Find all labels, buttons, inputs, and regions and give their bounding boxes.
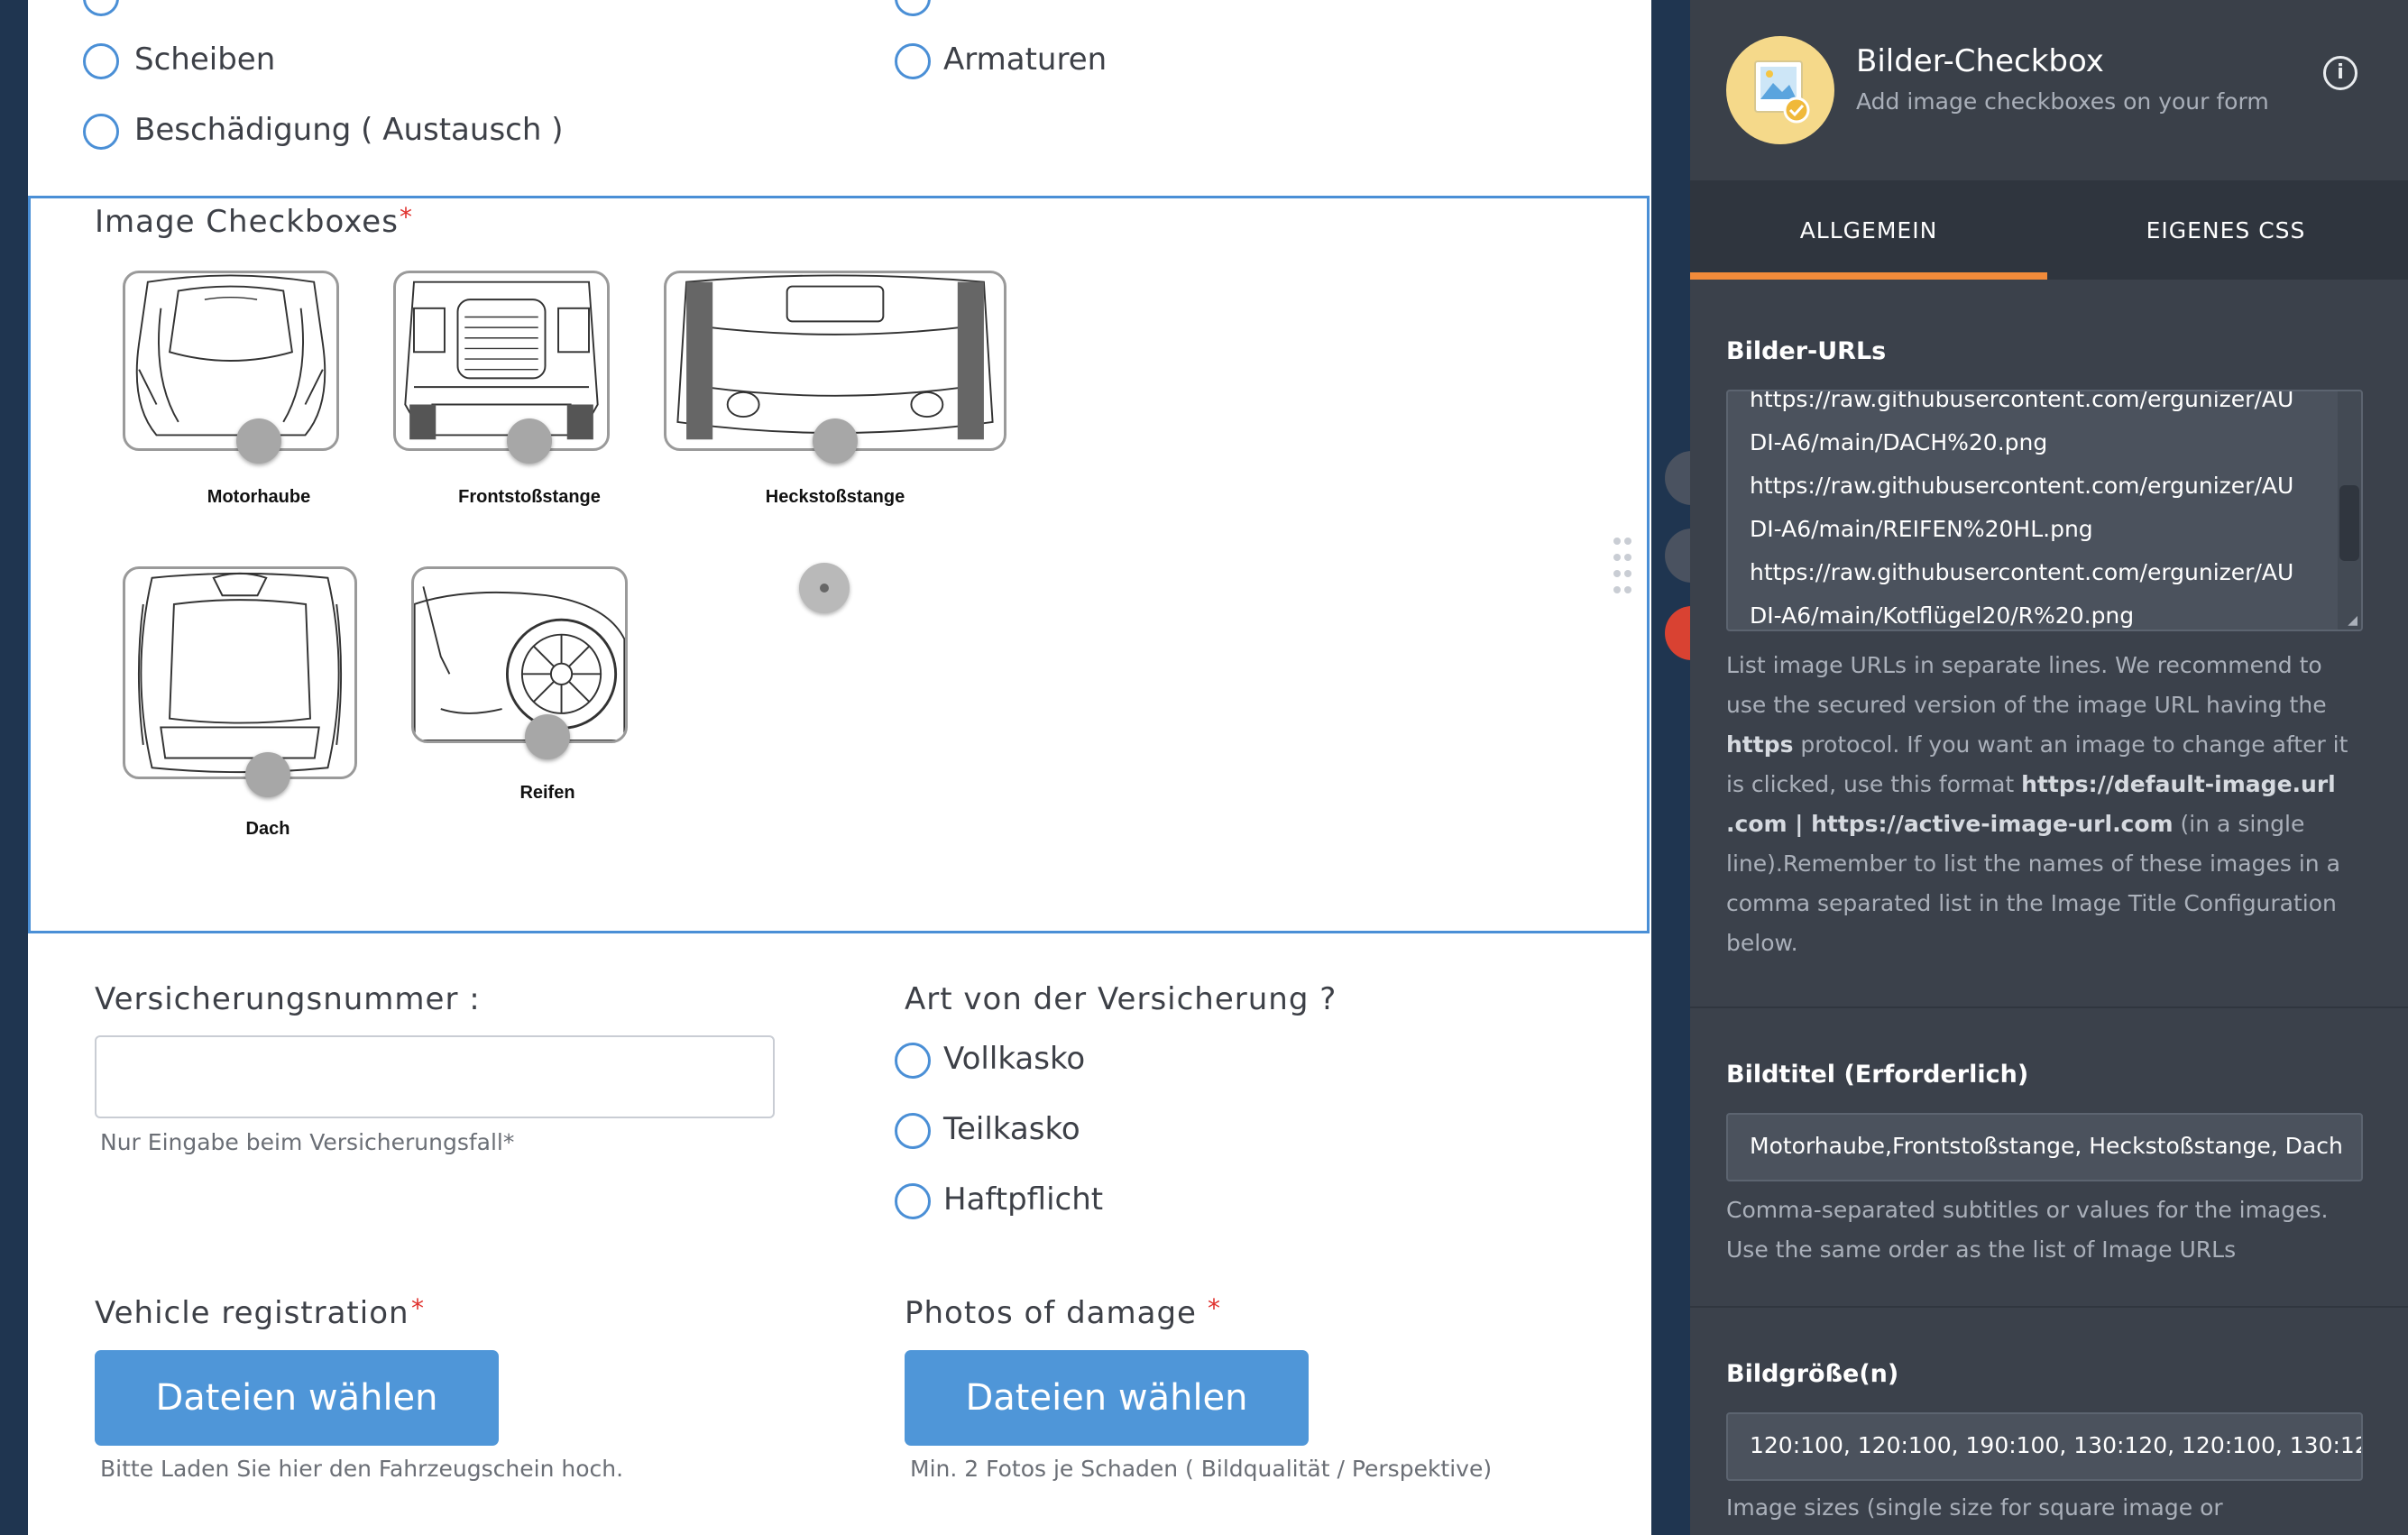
vehicle-registration-upload-button[interactable]: Dateien wählen [95, 1350, 499, 1446]
checkbox-reifen[interactable] [525, 714, 570, 759]
image-caption-frontstossstange: Frontstoßstange [458, 487, 601, 507]
widget-settings-panel: Bilder-Checkbox Add image checkboxes on … [1690, 0, 2408, 1535]
url-line: https://raw.githubusercontent.com/erguni… [1750, 473, 2294, 499]
car-roof-image [137, 572, 343, 774]
checkbox-dach[interactable] [245, 752, 290, 797]
loading-indicator [799, 563, 850, 613]
car-hood-image [135, 274, 326, 437]
image-caption-heckstossstange: Heckstoßstange [765, 487, 905, 507]
photos-of-damage-upload-button[interactable]: Dateien wählen [905, 1350, 1309, 1446]
insurance-type-label: Art von der Versicherung ? [905, 981, 1337, 1017]
url-line: DI-A6/main/Kotflügel20/R%20.png [1750, 602, 2135, 629]
required-asterisk: * [400, 202, 412, 232]
image-checkboxes-label: Image Checkboxes [95, 204, 399, 240]
tab-eigenes-css[interactable]: EIGENES CSS [2047, 180, 2404, 280]
drag-handle[interactable] [1612, 536, 1633, 599]
option-label-armaturen: Armaturen [943, 41, 1107, 78]
image-caption-dach: Dach [245, 819, 290, 839]
required-asterisk: * [1208, 1293, 1220, 1323]
url-line: DI-A6/main/DACH%20.png [1750, 429, 2048, 455]
vehicle-registration-sublabel: Bitte Laden Sie hier den Fahrzeugschein … [100, 1456, 624, 1482]
wheel-image [414, 586, 625, 740]
panel-subtitle: Add image checkboxes on your form [1856, 88, 2269, 115]
image-urls-help: List image URLs in separate lines. We re… [1726, 652, 2348, 956]
checkbox-motorhaube[interactable] [236, 418, 281, 464]
option-label-teilkasko: Teilkasko [943, 1111, 1080, 1147]
front-bumper-image [404, 280, 599, 440]
radio-armaturen[interactable] [895, 43, 931, 79]
insurance-number-sublabel: Nur Eingabe beim Versicherungsfall* [100, 1129, 515, 1155]
tab-allgemein[interactable]: ALLGEMEIN [1690, 180, 2047, 280]
photos-of-damage-sublabel: Min. 2 Fotos je Schaden ( Bildqualität /… [910, 1456, 1493, 1482]
radio-teilkasko[interactable] [895, 1113, 931, 1149]
radio-vollkasko[interactable] [895, 1043, 931, 1079]
form-canvas: Scheiben Armaturen Beschädigung ( Austau… [28, 0, 1651, 1535]
image-checkbox-dach[interactable] [123, 566, 357, 779]
image-sizes-value: 120:100, 120:100, 190:100, 130:120, 120:… [1750, 1432, 2363, 1458]
image-caption-motorhaube: Motorhaube [207, 487, 311, 507]
url-line: https://raw.githubusercontent.com/erguni… [1750, 390, 2294, 412]
image-sizes-help: Image sizes (single size for square imag… [1726, 1494, 2223, 1521]
info-icon[interactable]: i [2323, 56, 2357, 90]
image-sizes-section: Bildgröße(n) 120:100, 120:100, 190:100, … [1690, 1308, 2408, 1535]
image-sizes-input[interactable]: 120:100, 120:100, 190:100, 130:120, 120:… [1726, 1412, 2363, 1481]
image-sizes-title: Bildgröße(n) [1726, 1360, 1899, 1388]
image-checkbox-motorhaube[interactable] [123, 271, 339, 451]
required-asterisk: * [411, 1293, 424, 1323]
image-checkbox-reifen[interactable] [411, 566, 628, 743]
image-urls-title: Bilder-URLs [1726, 337, 1887, 365]
image-titles-help: Comma-separated subtitles or values for … [1726, 1197, 2329, 1263]
image-urls-section: Bilder-URLs https://raw.githubuserconten… [1690, 280, 2408, 1006]
url-line: https://raw.githubusercontent.com/erguni… [1750, 559, 2294, 585]
photos-of-damage-label: Photos of damage [905, 1295, 1197, 1331]
image-titles-title: Bildtitel (Erforderlich) [1726, 1061, 2029, 1089]
image-titles-input[interactable]: Motorhaube,Frontstoßstange, Heckstoßstan… [1726, 1113, 2363, 1181]
textarea-scrollbar[interactable] [2338, 391, 2361, 630]
image-caption-reifen: Reifen [519, 783, 575, 803]
vehicle-registration-label: Vehicle registration [95, 1295, 409, 1331]
radio-hidden-left[interactable] [83, 0, 119, 16]
option-label-scheiben: Scheiben [134, 41, 276, 78]
option-label-vollkasko: Vollkasko [943, 1041, 1086, 1077]
url-line: DI-A6/main/REIFEN%20HL.png [1750, 516, 2093, 542]
panel-tabs: ALLGEMEIN EIGENES CSS [1690, 180, 2408, 280]
image-titles-value: Motorhaube,Frontstoßstange, Heckstoßstan… [1750, 1133, 2343, 1159]
checkbox-heckstossstange[interactable] [813, 418, 858, 464]
image-urls-textarea[interactable]: https://raw.githubusercontent.com/erguni… [1726, 390, 2363, 631]
image-checkbox-frontstossstange[interactable] [393, 271, 610, 451]
radio-scheiben[interactable] [83, 43, 119, 79]
radio-hidden-right[interactable] [895, 0, 931, 16]
insurance-number-label: Versicherungsnummer : [95, 981, 481, 1017]
option-label-haftpflicht: Haftpflicht [943, 1181, 1104, 1218]
image-checkbox-widget-icon [1726, 36, 1834, 144]
radio-beschaedigung[interactable] [83, 114, 119, 150]
insurance-number-input[interactable] [95, 1035, 775, 1118]
canvas-gutter [1651, 0, 1692, 1535]
radio-haftpflicht[interactable] [895, 1183, 931, 1219]
panel-header: Bilder-Checkbox Add image checkboxes on … [1690, 0, 2408, 180]
option-label-beschaedigung: Beschädigung ( Austausch ) [134, 112, 564, 148]
image-titles-section: Bildtitel (Erforderlich) Motorhaube,Fron… [1690, 1008, 2408, 1306]
resize-handle-icon[interactable]: ◢ [2348, 613, 2357, 628]
panel-title: Bilder-Checkbox [1856, 43, 2104, 79]
checkbox-frontstossstange[interactable] [507, 418, 552, 464]
